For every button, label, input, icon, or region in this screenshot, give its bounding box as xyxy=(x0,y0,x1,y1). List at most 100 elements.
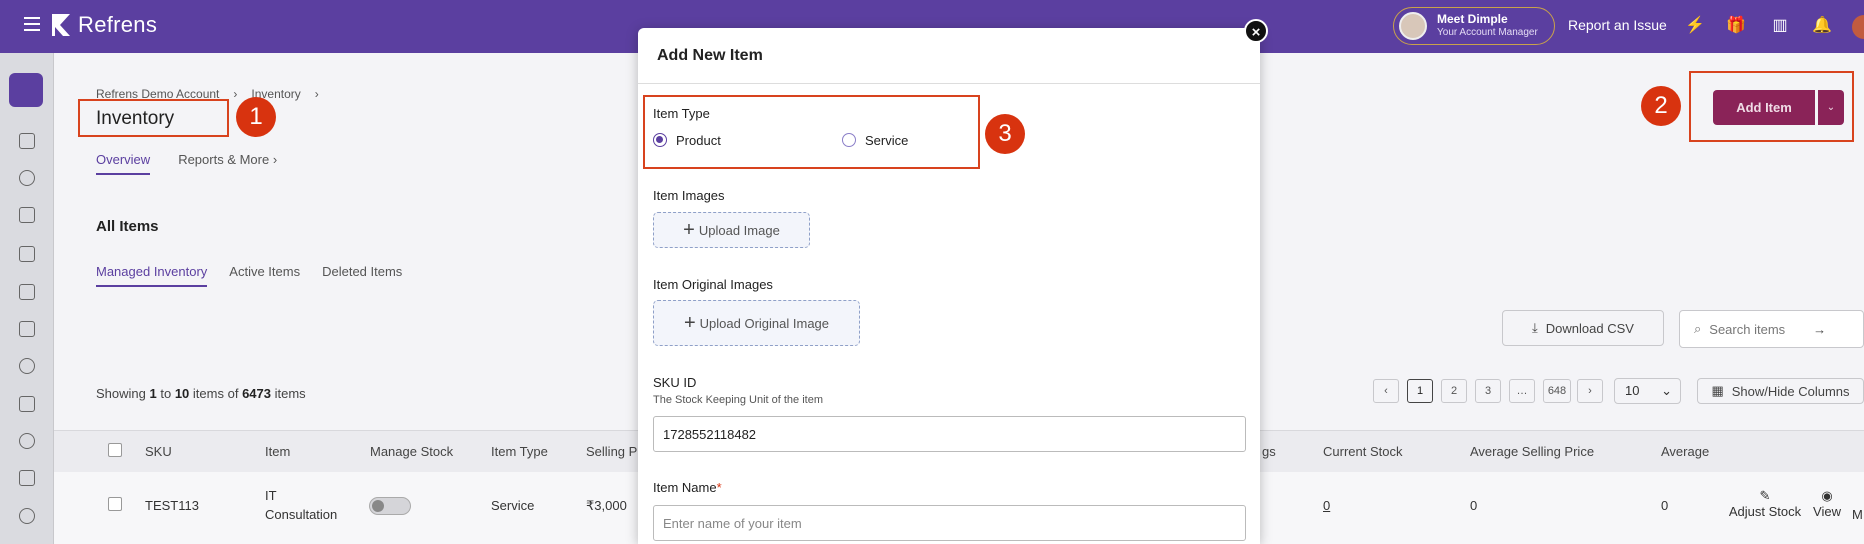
highlight-item-type xyxy=(643,95,980,169)
per-page-select[interactable]: 10 ⌄ xyxy=(1614,378,1681,404)
upload-image-button[interactable]: + Upload Image xyxy=(653,212,810,248)
download-icon: ⤓ xyxy=(1532,320,1538,335)
row-sku: TEST113 xyxy=(145,498,199,513)
item-name-input[interactable] xyxy=(653,505,1246,541)
columns-icon: ▦ xyxy=(1711,383,1724,398)
sidebar-dashboard-icon[interactable] xyxy=(19,170,35,186)
row-average-selling-price: 0 xyxy=(1470,498,1478,513)
lightning-icon[interactable]: ⚡ xyxy=(1685,16,1705,36)
col-item[interactable]: Item xyxy=(265,444,290,459)
row-item-line2: Consultation xyxy=(265,507,338,522)
col-manage-stock[interactable]: Manage Stock xyxy=(370,444,453,459)
account-manager-name: Meet Dimple xyxy=(1437,12,1508,26)
download-csv-label: Download CSV xyxy=(1545,320,1634,336)
col-tags[interactable]: gs xyxy=(1262,444,1276,459)
col-average[interactable]: Average xyxy=(1661,444,1709,459)
show-hide-columns-button[interactable]: ▦ Show/Hide Columns xyxy=(1697,378,1864,404)
showing-items-of: items of xyxy=(192,386,239,401)
col-current-stock[interactable]: Current Stock xyxy=(1323,444,1402,459)
store-icon[interactable]: ▥ xyxy=(1770,16,1790,36)
pager-page-3[interactable]: 3 xyxy=(1475,379,1501,403)
chevron-right-icon: › xyxy=(233,87,238,101)
section-title: All Items xyxy=(96,218,159,235)
showing-count: Showing 1 to 10 items of 6473 items xyxy=(96,386,306,401)
sidebar-team-icon[interactable] xyxy=(19,433,35,449)
menu-icon[interactable] xyxy=(24,17,40,31)
sidebar-inventory-icon[interactable] xyxy=(19,396,35,412)
arrow-right-icon[interactable]: → xyxy=(1813,322,1826,337)
pencil-icon: ✎ xyxy=(1759,488,1771,503)
sku-label: SKU ID xyxy=(653,375,697,390)
row-item-type: Service xyxy=(491,498,535,513)
showing-to-word: to xyxy=(160,386,172,401)
pager-page-2[interactable]: 2 xyxy=(1441,379,1467,403)
download-csv-button[interactable]: ⤓ Download CSV xyxy=(1502,310,1664,346)
tab-overview[interactable]: Overview xyxy=(96,152,151,175)
account-manager-role: Your Account Manager xyxy=(1437,27,1538,38)
chevron-right-icon: › xyxy=(314,87,319,101)
pager-next-button[interactable]: › xyxy=(1577,379,1603,403)
showing-suffix: items xyxy=(274,386,306,401)
user-avatar[interactable] xyxy=(1852,15,1864,39)
col-item-type[interactable]: Item Type xyxy=(491,444,548,459)
sidebar-report-icon[interactable] xyxy=(19,470,35,486)
search-input[interactable]: ⌕ Search items → xyxy=(1679,310,1864,348)
item-name-label: Item Name* xyxy=(653,480,722,495)
sidebar-document-icon[interactable] xyxy=(19,207,35,223)
showing-from: 1 xyxy=(149,386,157,401)
sidebar-invoice-icon[interactable] xyxy=(19,246,35,262)
search-icon: ⌕ xyxy=(1694,321,1702,336)
row-current-stock[interactable]: 0 xyxy=(1323,498,1330,513)
highlight-add-item xyxy=(1689,71,1854,142)
chevron-down-icon: ⌄ xyxy=(1661,383,1672,398)
sidebar-org-logo[interactable] xyxy=(9,73,43,107)
adjust-stock-button[interactable]: ✎ Adjust Stock xyxy=(1726,488,1804,519)
brand-logo[interactable]: Refrens xyxy=(50,12,157,38)
sidebar-monitor-icon[interactable] xyxy=(19,284,35,300)
bell-icon[interactable]: 🔔 xyxy=(1812,16,1832,36)
sidebar-support-icon[interactable] xyxy=(19,321,35,337)
more-action-label[interactable]: M xyxy=(1852,507,1863,522)
account-manager-avatar xyxy=(1399,12,1427,40)
col-selling-price[interactable]: Selling P xyxy=(586,444,637,459)
tab-reports-more[interactable]: Reports & More › xyxy=(178,152,277,175)
upload-original-image-label: Upload Original Image xyxy=(699,315,830,331)
tab-active-items[interactable]: Active Items xyxy=(229,264,300,287)
highlight-page-title xyxy=(78,99,229,137)
row-checkbox[interactable] xyxy=(108,497,122,511)
adjust-stock-label: Adjust Stock xyxy=(1728,504,1802,519)
sidebar-settings-icon[interactable] xyxy=(19,508,35,524)
step-marker-1: 1 xyxy=(236,97,276,137)
search-placeholder: Search items xyxy=(1709,321,1786,337)
tab-reports-more-label: Reports & More xyxy=(178,152,270,167)
show-hide-columns-label: Show/Hide Columns xyxy=(1731,383,1850,399)
upload-image-label: Upload Image xyxy=(698,222,780,238)
row-selling-price: ₹3,000 xyxy=(586,498,627,513)
pager-page-1[interactable]: 1 xyxy=(1407,379,1433,403)
report-issue-link[interactable]: Report an Issue xyxy=(1568,17,1667,33)
account-manager-chip[interactable]: Meet Dimple Your Account Manager xyxy=(1393,7,1555,45)
item-name-label-text: Item Name xyxy=(653,480,717,495)
manage-stock-toggle[interactable] xyxy=(369,497,411,515)
upload-original-image-button[interactable]: + Upload Original Image xyxy=(653,300,860,346)
select-all-checkbox[interactable] xyxy=(108,443,122,457)
step-marker-3: 3 xyxy=(985,114,1025,154)
sku-input[interactable] xyxy=(653,416,1246,452)
col-sku[interactable]: SKU xyxy=(145,444,172,459)
sidebar-user-icon[interactable] xyxy=(19,358,35,374)
original-images-label: Item Original Images xyxy=(653,277,773,292)
tab-managed-inventory[interactable]: Managed Inventory xyxy=(96,264,208,287)
view-button[interactable]: ◉ View xyxy=(1812,488,1842,519)
page-tabs: Overview Reports & More › xyxy=(96,152,277,175)
pager-prev-button[interactable]: ‹ xyxy=(1373,379,1399,403)
modal-header: Add New Item xyxy=(638,28,1260,84)
inventory-sub-tabs: Managed Inventory Active Items Deleted I… xyxy=(96,264,402,287)
gift-icon[interactable]: 🎁 xyxy=(1726,16,1746,36)
tab-deleted-items[interactable]: Deleted Items xyxy=(322,264,402,287)
col-average-selling-price[interactable]: Average Selling Price xyxy=(1470,444,1594,459)
modal-title: Add New Item xyxy=(657,47,763,64)
close-icon[interactable]: × xyxy=(1244,19,1268,43)
pager-page-last[interactable]: 648 xyxy=(1543,379,1571,403)
sidebar-list-icon[interactable] xyxy=(19,133,35,149)
pager-ellipsis[interactable]: … xyxy=(1509,379,1535,403)
